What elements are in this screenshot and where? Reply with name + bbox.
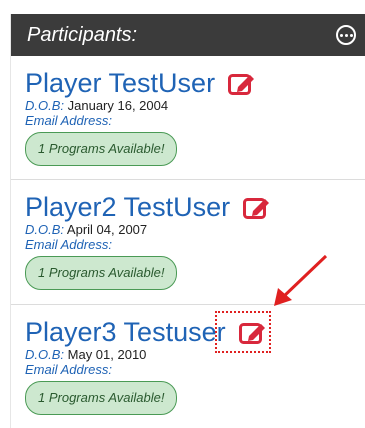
programs-available-badge[interactable]: 1 Programs Available! [25,132,178,166]
dob-line: D.O.B: April 04, 2007 [25,222,365,237]
edit-participant-button[interactable] [242,194,272,220]
dob-value: January 16, 2004 [67,98,169,113]
participant-card: Player3 Testuser D.O.B: May 01, 2010 Ema… [11,305,365,428]
edit-participant-button[interactable] [227,70,257,96]
panel-header: Participants: [11,14,365,56]
participant-name[interactable]: Player2 TestUser [25,192,230,222]
email-label: Email Address: [25,113,112,128]
edit-icon [243,198,270,219]
dob-line: D.O.B: January 16, 2004 [25,98,365,113]
edit-icon [228,74,255,95]
participants-panel: Participants: Player TestUser D.O.B: Jan… [10,14,365,428]
dob-value: May 01, 2010 [67,347,147,362]
annotation-arrow-icon [274,254,328,306]
annotation-highlight-box [215,311,271,353]
participant-name[interactable]: Player3 Testuser [25,317,226,347]
programs-available-badge[interactable]: 1 Programs Available! [25,256,178,290]
panel-title: Participants: [27,23,138,46]
email-label: Email Address: [25,362,112,377]
dob-label: D.O.B: [25,347,65,362]
dob-line: D.O.B: May 01, 2010 [25,347,365,362]
dob-label: D.O.B: [25,98,65,113]
more-options-icon[interactable] [336,25,356,45]
dob-value: April 04, 2007 [66,222,148,237]
participant-card: Player TestUser D.O.B: January 16, 2004 … [11,56,365,180]
dob-label: D.O.B: [25,222,65,237]
participant-name[interactable]: Player TestUser [25,68,215,98]
programs-available-badge[interactable]: 1 Programs Available! [25,381,178,415]
